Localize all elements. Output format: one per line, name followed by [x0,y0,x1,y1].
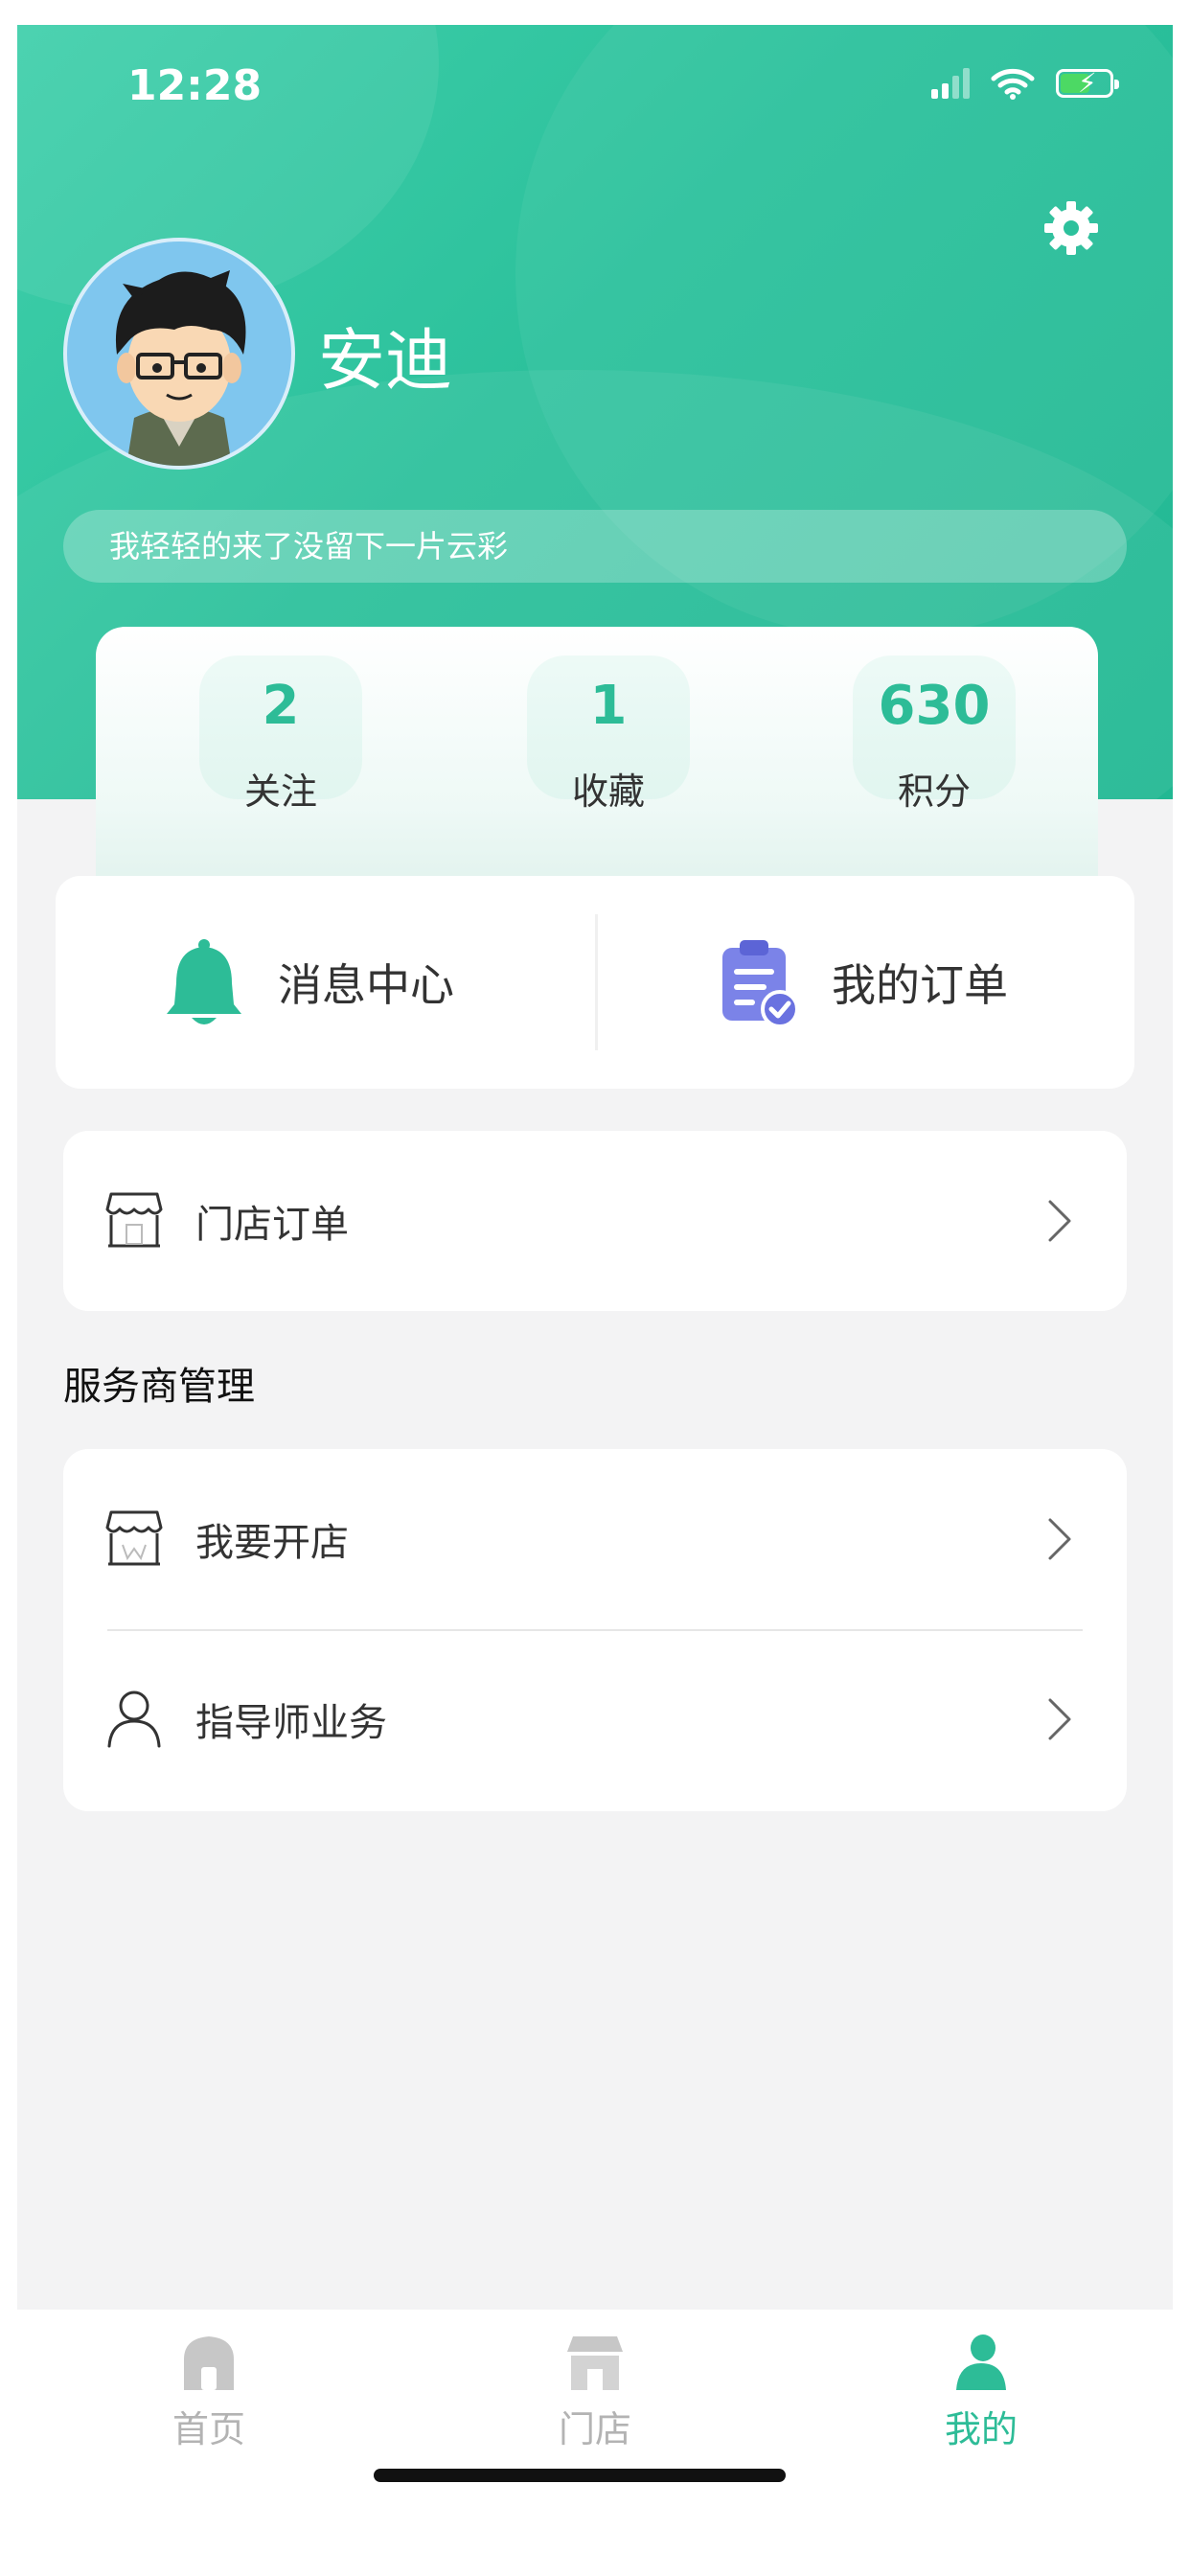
stat-favorites-value: 1 [589,675,628,737]
store-orders-card: 门店订单 [63,1131,1127,1311]
my-orders-button[interactable]: 我的订单 [719,876,1008,1089]
tab-mine[interactable]: 我的 [885,2333,1077,2452]
storefront-icon [105,1192,163,1248]
mentor-business-row[interactable]: 指导师业务 [63,1629,1127,1809]
tab-store-label: 门店 [558,2408,631,2450]
message-center-button[interactable]: 消息中心 [163,876,454,1089]
home-indicator[interactable] [374,2469,786,2482]
stat-points-label: 积分 [897,770,971,813]
section-title-service-provider: 服务商管理 [63,1365,255,1409]
cellular-signal-icon [931,68,970,99]
tab-home[interactable]: 首页 [113,2333,305,2452]
service-provider-card: 我要开店 指导师业务 [63,1449,1127,1811]
open-store-row[interactable]: 我要开店 [63,1449,1127,1629]
user-profile-icon [956,2334,1006,2390]
home-icon [184,2336,234,2390]
status-time: 12:28 [127,61,263,110]
status-icons: ⚡ [931,67,1119,100]
clipboard-check-icon [722,940,799,1028]
stat-following-value: 2 [262,675,300,737]
signature-bar: 我轻轻的来了没留下一片云彩 [63,510,1127,583]
stat-following[interactable]: 2 关注 [199,656,362,815]
battery-charging-icon: ⚡ [1056,69,1119,98]
bottom-tab-bar: 首页 门店 我的 [17,2310,1173,2576]
username: 安迪 [318,321,452,400]
profile-screen: 12:28 ⚡ 安迪 我轻轻的来了没留下一片云彩 2 关注 1 收藏 630 积… [17,25,1173,2576]
stat-following-label: 关注 [243,770,317,813]
message-center-label: 消息中心 [278,959,454,1011]
open-store-label: 我要开店 [195,1521,349,1565]
stats-card: 2 关注 1 收藏 630 积分 [96,627,1098,886]
settings-gear-icon[interactable] [1041,197,1102,259]
tab-mine-label: 我的 [944,2408,1018,2450]
quick-actions-card: 消息中心 我的订单 [56,876,1134,1089]
store-icon [567,2336,623,2390]
stat-points-value: 630 [878,675,991,737]
tab-store[interactable]: 门店 [499,2333,691,2452]
mentor-business-label: 指导师业务 [195,1701,387,1745]
stat-favorites-label: 收藏 [571,770,645,813]
my-orders-label: 我的订单 [832,959,1008,1011]
wifi-icon [991,68,1035,100]
avatar[interactable] [63,238,295,470]
store-orders-row[interactable]: 门店订单 [63,1131,1127,1311]
quick-actions-divider [595,914,598,1050]
stat-favorites[interactable]: 1 收藏 [527,656,690,815]
storefront-icon [105,1510,163,1566]
stat-points[interactable]: 630 积分 [853,656,1016,815]
person-icon [107,1690,161,1748]
chevron-right-icon [1048,1518,1071,1560]
chevron-right-icon [1048,1200,1071,1242]
chevron-right-icon [1048,1698,1071,1740]
tab-home-label: 首页 [172,2408,245,2450]
avatar-cartoon-boy-icon [115,270,246,466]
signature-text: 我轻轻的来了没留下一片云彩 [109,528,509,564]
bell-icon [167,939,241,1024]
store-orders-label: 门店订单 [195,1203,349,1247]
